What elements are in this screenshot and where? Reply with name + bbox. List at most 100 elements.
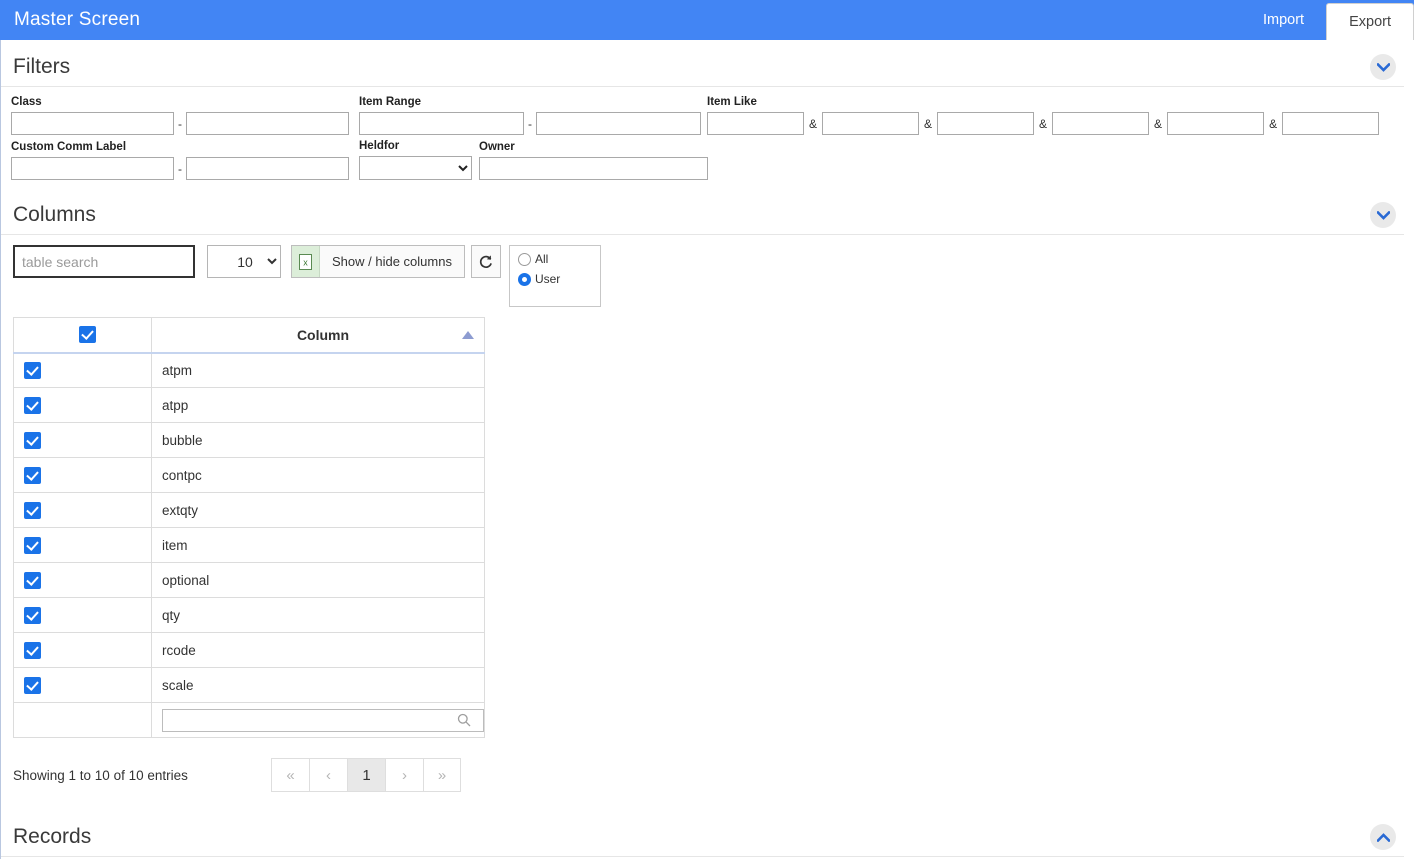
row-checkbox-cell	[13, 492, 152, 528]
pagination-showing-text: Showing 1 to 10 of 10 entries	[13, 767, 188, 783]
row-column-name: item	[151, 527, 485, 563]
filters-header: Filters	[1, 40, 1404, 87]
filter-item-like-input-6[interactable]	[1282, 112, 1380, 135]
filter-item-like-separator-5: &	[1269, 116, 1278, 131]
pagination-first-button[interactable]: «	[271, 758, 309, 792]
columns-table-body: atpm atpp bubble contpc extqty item opti…	[13, 352, 485, 703]
filter-class-label: Class	[11, 96, 42, 108]
filter-item-range-to-input[interactable]	[536, 112, 701, 135]
filter-class-separator: -	[178, 116, 182, 131]
table-row[interactable]: extqty	[13, 492, 485, 528]
row-checkbox[interactable]	[24, 466, 41, 484]
table-row[interactable]: qty	[13, 597, 485, 633]
columns-table-header-row: Column	[13, 317, 485, 354]
excel-export-button[interactable]: x	[292, 246, 320, 277]
filter-item-like-separator-1: &	[809, 116, 818, 131]
filters-body: Class - Item Range - Item Like & & & & &…	[1, 87, 1414, 188]
filters-row-1: Class - Item Range - Item Like & & & & &	[11, 95, 1414, 135]
filter-heldfor-label: Heldfor	[359, 140, 400, 152]
filter-item-range-from-input[interactable]	[359, 112, 524, 135]
columns-table-head: Column	[13, 317, 485, 354]
columns-collapse-toggle[interactable]	[1370, 202, 1396, 228]
table-row[interactable]: optional	[13, 562, 485, 598]
row-column-name: scale	[151, 667, 485, 703]
filter-item-like-input-1[interactable]	[707, 112, 804, 135]
pagination-last-button[interactable]: »	[423, 758, 461, 792]
column-filter-input[interactable]	[162, 708, 484, 732]
filter-class-to-input[interactable]	[186, 112, 349, 135]
filter-item-like-input-4[interactable]	[1052, 112, 1150, 135]
reset-button[interactable]	[470, 245, 501, 278]
columns-toolbar: 10 x Show / hide columns	[13, 245, 1414, 307]
filter-item-like-input-2[interactable]	[822, 112, 920, 135]
records-collapse-toggle[interactable]	[1370, 824, 1396, 850]
excel-export-icon: x	[299, 253, 312, 270]
table-row[interactable]: atpm	[13, 352, 485, 388]
row-checkbox[interactable]	[24, 571, 41, 589]
app-header: Master Screen Import Export	[0, 0, 1414, 40]
filter-item-like-label: Item Like	[707, 96, 757, 108]
filter-class-from-input[interactable]	[11, 112, 174, 135]
table-row[interactable]: rcode	[13, 632, 485, 668]
filter-custom-comm-from-input[interactable]	[11, 157, 174, 180]
tab-import[interactable]: Import	[1241, 0, 1326, 40]
filter-item-like-input-3[interactable]	[937, 112, 1035, 135]
row-checkbox[interactable]	[24, 361, 41, 379]
filter-class: Class -	[11, 95, 349, 135]
pagination-page-1-button[interactable]: 1	[347, 758, 385, 792]
columns-header: Columns	[1, 188, 1404, 235]
table-row[interactable]: atpp	[13, 387, 485, 423]
table-row[interactable]: contpc	[13, 457, 485, 493]
chevron-down-icon	[1376, 62, 1390, 72]
row-checkbox-cell	[13, 422, 152, 458]
export-and-columns-button-group: x Show / hide columns	[291, 245, 465, 278]
page-length-select[interactable]: 10	[207, 245, 281, 278]
radio-user-dot	[517, 272, 531, 286]
columns-title: Columns	[13, 203, 96, 226]
scope-radio-user[interactable]: User	[517, 272, 590, 286]
columns-table-footer-row	[13, 702, 485, 738]
filters-section: Filters Class - Item Range - Item Like &…	[1, 40, 1414, 188]
row-column-name: bubble	[151, 422, 485, 458]
footer-empty-cell	[13, 702, 152, 738]
radio-user-label: User	[534, 272, 561, 286]
row-checkbox[interactable]	[24, 641, 41, 659]
filter-custom-comm-to-input[interactable]	[186, 157, 349, 180]
pagination-next-button[interactable]: ›	[385, 758, 423, 792]
row-checkbox-cell	[13, 562, 152, 598]
table-search-input[interactable]	[13, 245, 195, 278]
row-checkbox[interactable]	[24, 501, 41, 519]
select-all-checkbox[interactable]	[79, 326, 96, 344]
filter-owner-input[interactable]	[479, 157, 708, 180]
row-checkbox[interactable]	[24, 536, 41, 554]
table-row[interactable]: scale	[13, 667, 485, 703]
sort-ascending-icon	[462, 330, 474, 339]
pagination-previous-button[interactable]: ‹	[309, 758, 347, 792]
filters-collapse-toggle[interactable]	[1370, 54, 1396, 80]
header-column-name-cell[interactable]: Column	[151, 317, 485, 354]
filter-custom-comm-label: Custom Comm Label -	[11, 140, 349, 180]
table-row[interactable]: item	[13, 527, 485, 563]
chevron-down-icon	[1376, 210, 1390, 220]
filter-heldfor: Heldfor	[359, 139, 472, 180]
row-checkbox[interactable]	[24, 676, 41, 694]
radio-all-label: All	[534, 252, 549, 266]
show-hide-columns-button[interactable]: Show / hide columns	[320, 246, 464, 277]
tab-export[interactable]: Export	[1326, 3, 1414, 40]
row-column-name: extqty	[151, 492, 485, 528]
filter-heldfor-select[interactable]	[359, 156, 472, 180]
row-checkbox-cell	[13, 352, 152, 388]
columns-table-foot	[13, 702, 485, 738]
row-checkbox-cell	[13, 597, 152, 633]
filter-item-like-input-5[interactable]	[1167, 112, 1265, 135]
row-checkbox[interactable]	[24, 396, 41, 414]
records-section: Records	[1, 810, 1414, 857]
row-column-name: atpp	[151, 387, 485, 423]
row-checkbox-cell	[13, 387, 152, 423]
filter-custom-comm-label-label: Custom Comm Label	[11, 141, 127, 153]
row-checkbox[interactable]	[24, 431, 41, 449]
table-row[interactable]: bubble	[13, 422, 485, 458]
scope-radio-all[interactable]: All	[517, 252, 590, 266]
row-checkbox[interactable]	[24, 606, 41, 624]
filter-item-range: Item Range -	[359, 95, 701, 135]
